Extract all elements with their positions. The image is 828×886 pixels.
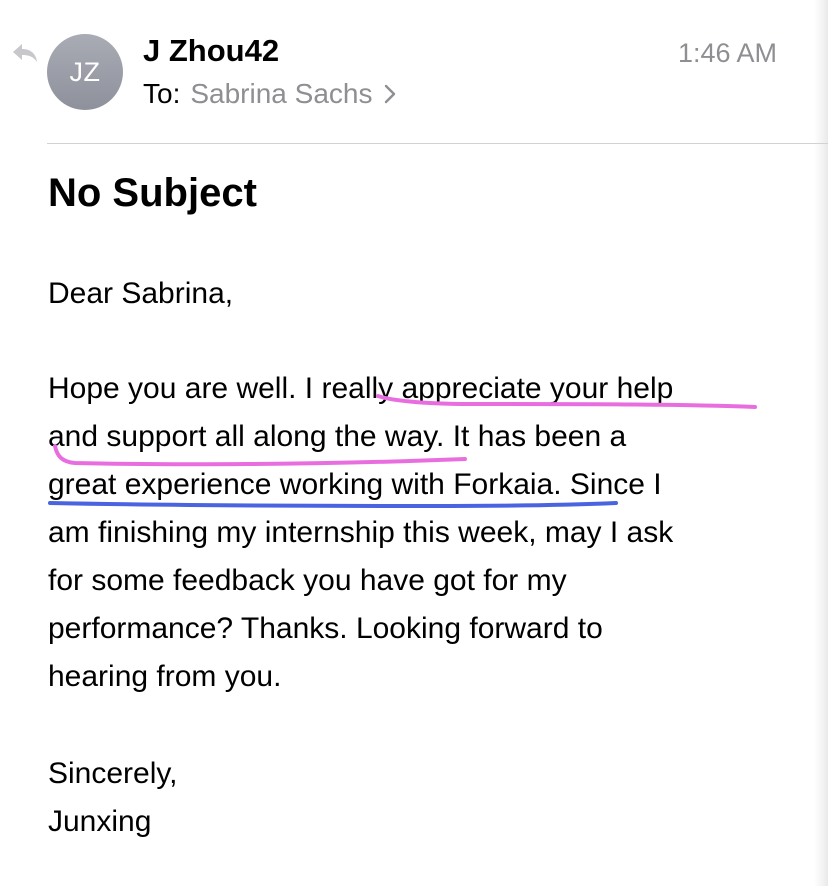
reply-arrow-icon[interactable] [10,40,40,66]
body-line: Hope you are well. I really appreciate y… [48,372,674,405]
sender-avatar[interactable]: JZ [47,34,123,110]
sender-name[interactable]: J Zhou42 [143,31,279,71]
body-line: hearing from you. [48,660,282,693]
message-signature: Junxing [48,805,152,838]
window-edge-shadow [814,0,828,886]
avatar-initials: JZ [69,56,101,87]
body-line: performance? Thanks. Looking forward to [48,612,603,645]
message-signoff: Sincerely, [48,757,178,790]
body-line: am finishing my internship this week, ma… [48,516,674,549]
chevron-right-icon[interactable] [382,83,398,105]
header-divider [47,143,828,144]
message-greeting: Dear Sabrina, [48,277,234,310]
to-label: To: [143,78,181,109]
body-line: and support all along the way. It has be… [48,420,627,453]
body-line: great experience working with Forkaia. S… [48,468,662,501]
body-line: for some feedback you have got for my [48,564,567,597]
recipient-row[interactable]: To: Sabrina Sachs [143,76,398,112]
message-subject: No Subject [48,171,257,215]
message-timestamp: 1:46 AM [677,38,777,68]
recipient-name[interactable]: Sabrina Sachs [190,76,372,112]
